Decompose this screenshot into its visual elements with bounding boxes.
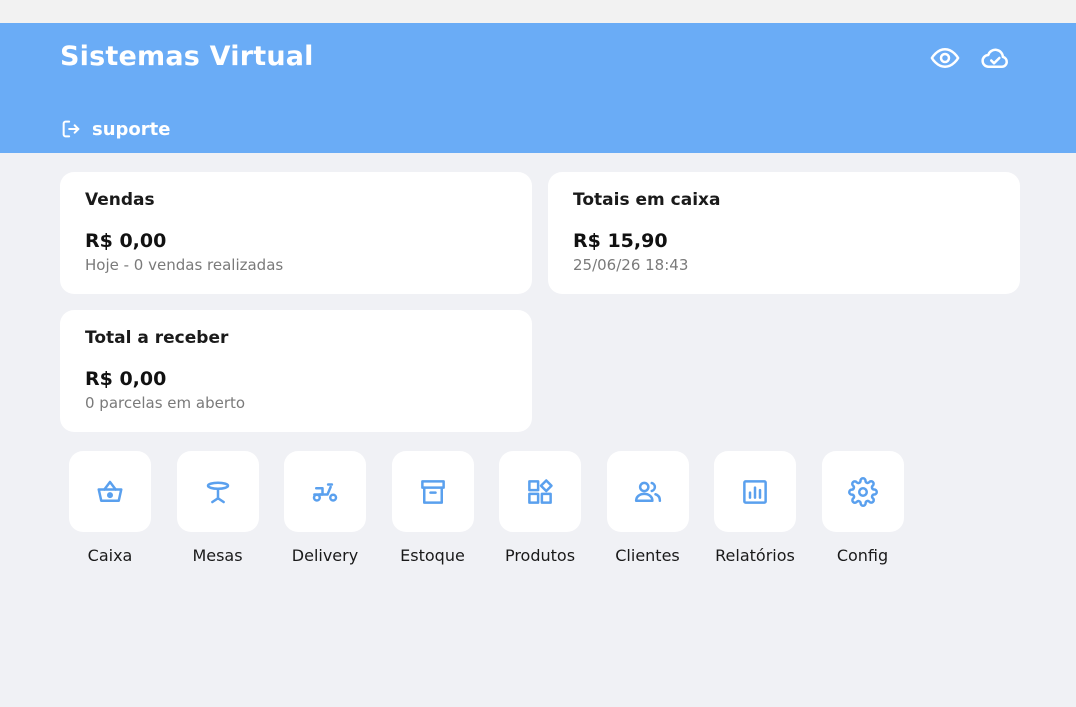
sales-card-title: Vendas	[85, 190, 155, 210]
shortcut-label: Estoque	[400, 546, 465, 565]
sales-card-value: R$ 0,00	[85, 230, 167, 252]
shortcut-tile[interactable]	[606, 451, 689, 532]
shortcut-clientes[interactable]: Clientes	[606, 451, 689, 565]
shortcut-estoque[interactable]: Estoque	[391, 451, 474, 565]
cash-card-title: Totais em caixa	[573, 190, 721, 210]
cash-card-subtitle: 25/06/26 18:43	[573, 256, 689, 274]
shortcut-label: Delivery	[291, 546, 359, 565]
shortcut-tile[interactable]	[821, 451, 904, 532]
shortcut-tile[interactable]	[176, 451, 259, 532]
receivables-card-value: R$ 0,00	[85, 368, 167, 390]
logout-icon	[60, 118, 82, 140]
receivables-card[interactable]: Total a receber R$ 0,00 0 parcelas em ab…	[60, 310, 532, 432]
shortcut-relatorios[interactable]: Relatórios	[714, 451, 796, 565]
scooter-icon	[312, 482, 338, 502]
gear-icon	[847, 476, 878, 507]
chart-icon	[743, 479, 767, 504]
app-page: Sistemas Virtual suporte Vendas R$ 0,00 …	[0, 0, 1076, 707]
eye-icon[interactable]	[928, 43, 962, 73]
shortcut-label: Relatórios	[715, 546, 795, 565]
shortcut-delivery[interactable]: Delivery	[284, 451, 366, 565]
shortcut-label: Mesas	[192, 546, 243, 565]
shortcut-mesas[interactable]: Mesas	[176, 451, 259, 565]
shortcut-label: Clientes	[615, 546, 680, 565]
shortcut-tile[interactable]	[499, 451, 581, 532]
sales-card-subtitle: Hoje - 0 vendas realizadas	[85, 256, 284, 274]
shortcut-tile[interactable]	[714, 451, 796, 532]
sales-card[interactable]: Vendas R$ 0,00 Hoje - 0 vendas realizada…	[60, 172, 532, 294]
archive-icon	[420, 479, 445, 504]
widgets-icon	[528, 478, 553, 504]
app-header: Sistemas Virtual suporte	[0, 23, 1076, 153]
app-title: Sistemas Virtual	[60, 41, 314, 72]
shortcut-config[interactable]: Config	[821, 451, 904, 565]
cloud-check-icon[interactable]	[978, 43, 1012, 73]
cash-totals-card[interactable]: Totais em caixa R$ 15,90 25/06/26 18:43	[548, 172, 1020, 294]
shortcut-label: Config	[836, 546, 889, 565]
shortcut-produtos[interactable]: Produtos	[499, 451, 581, 565]
support-link[interactable]: suporte	[60, 116, 170, 142]
users-icon	[634, 481, 661, 502]
shortcut-grid: Caixa Mesas Delivery Estoque Produtos Cl…	[69, 451, 929, 565]
shortcut-tile[interactable]	[391, 451, 474, 532]
shortcut-label: Produtos	[504, 546, 576, 565]
support-label: suporte	[92, 118, 171, 140]
receivables-card-title: Total a receber	[85, 328, 229, 348]
shortcut-tile[interactable]	[69, 451, 151, 532]
table-icon	[206, 480, 229, 503]
shortcut-caixa[interactable]: Caixa	[69, 451, 151, 565]
shortcut-tile[interactable]	[284, 451, 366, 532]
basket-icon	[97, 480, 123, 502]
cash-card-value: R$ 15,90	[573, 230, 668, 252]
top-strip	[0, 0, 1076, 23]
receivables-card-subtitle: 0 parcelas em aberto	[85, 394, 246, 412]
shortcut-label: Caixa	[87, 546, 133, 565]
